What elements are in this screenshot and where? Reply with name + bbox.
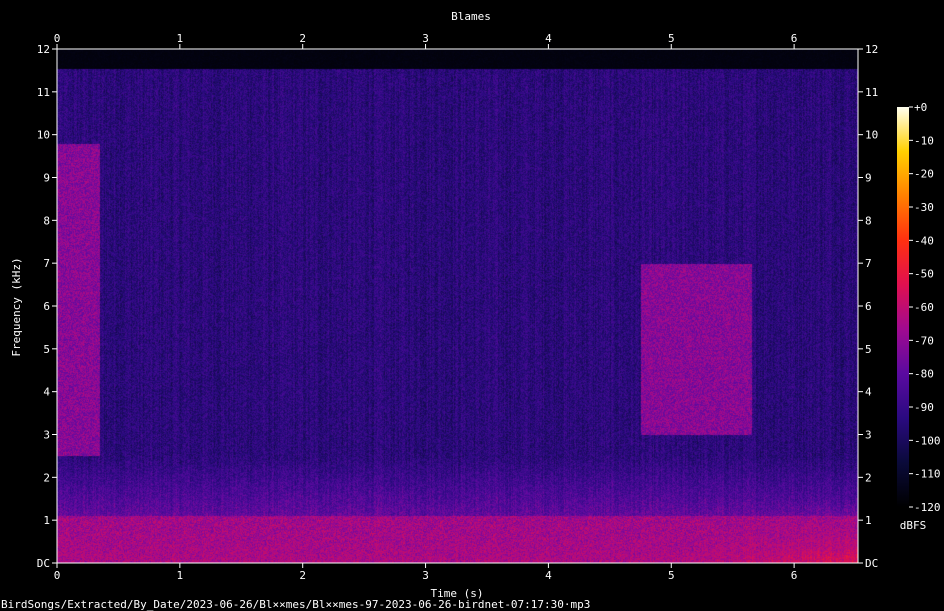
x-tick-label-top: 3 (422, 32, 429, 45)
y-tick-label-right: 12 (865, 43, 878, 56)
x-tick-label-top: 6 (791, 32, 798, 45)
y-axis-left: DC123456789101112 (37, 43, 57, 570)
x-axis-bottom: 0 1 2 3 4 5 6 (54, 563, 798, 582)
colorbar-tick-label: -60 (914, 301, 934, 314)
x-tick-label: 0 (54, 569, 61, 582)
y-tick-label: 10 (37, 129, 50, 142)
colorbar-tick-label: -20 (914, 168, 934, 181)
y-tick-label: 4 (43, 386, 50, 399)
y-tick-label: 3 (43, 429, 50, 442)
colorbar-tick-label: -70 (914, 334, 934, 347)
colorbar-tick-label: +0 (914, 101, 927, 114)
colorbar-tick-label: -10 (914, 134, 934, 147)
chart-title: Blames (451, 10, 491, 23)
colorbar-tick-label: -80 (914, 368, 934, 381)
y-axis-label: Frequency (kHz) (10, 257, 23, 356)
spectrogram-plot-area (56, 48, 859, 564)
y-tick-label-right: 9 (865, 172, 872, 185)
x-tick-label: 3 (422, 569, 429, 582)
colorbar-gradient (897, 107, 909, 507)
colorbar-tick-label: -50 (914, 268, 934, 281)
colorbar-ticks: +0 -10 -20 -30 -40 -50 -60 -70 -80 -90 -100 -110 -12… (909, 101, 941, 514)
x-tick-label: 6 (791, 569, 798, 582)
x-tick-label-top: 5 (668, 32, 675, 45)
y-tick-label-right: 7 (865, 257, 872, 270)
y-tick-label-right: 6 (865, 300, 872, 313)
y-tick-label-right: 11 (865, 86, 878, 99)
y-tick-label-right: 8 (865, 214, 872, 227)
x-tick-label: 4 (545, 569, 552, 582)
y-tick-label: 2 (43, 471, 50, 484)
x-tick-label-top: 0 (54, 32, 61, 45)
x-tick-label: 2 (299, 569, 306, 582)
file-path-footer: BirdSongs/Extracted/By_Date/2023-06-26/B… (1, 598, 590, 611)
y-tick-label: 1 (43, 514, 50, 527)
y-tick-label-right: 10 (865, 129, 878, 142)
y-tick-label-right: 1 (865, 514, 872, 527)
colorbar-tick-label: -30 (914, 201, 934, 214)
y-tick-label: 11 (37, 86, 50, 99)
spectrogram-chart: Blames 0123456 0123456 DC123456789101112… (1, 10, 941, 611)
x-tick-label: 5 (668, 569, 675, 582)
y-tick-label: DC (37, 557, 50, 570)
x-tick-label-top: 1 (177, 32, 184, 45)
colorbar-unit-label: dBFS (900, 519, 927, 532)
spectrogram-image (57, 49, 858, 563)
y-tick-label-right: DC (865, 557, 878, 570)
y-tick-label: 8 (43, 214, 50, 227)
x-axis-top: 0 1 2 3 4 5 6 (54, 32, 798, 49)
x-tick-label-top: 4 (545, 32, 552, 45)
y-tick-label: 12 (37, 43, 50, 56)
colorbar: +0 -10 -20 -30 -40 -50 -60 -70 -80 -90 -100 -110 -12… (897, 101, 941, 532)
colorbar-tick-label: -110 (914, 468, 941, 481)
y-tick-label-right: 5 (865, 343, 872, 356)
y-tick-label-right: 2 (865, 471, 872, 484)
y-axis-right: DC123456789101112 (858, 43, 878, 570)
x-tick-label-top: 2 (299, 32, 306, 45)
colorbar-tick-label: -120 (914, 501, 941, 514)
y-tick-label: 9 (43, 172, 50, 185)
x-tick-label: 1 (177, 569, 184, 582)
y-tick-label: 7 (43, 257, 50, 270)
y-tick-label: 6 (43, 300, 50, 313)
colorbar-tick-label: -90 (914, 401, 934, 414)
colorbar-tick-label: -100 (914, 434, 941, 447)
y-tick-label-right: 3 (865, 429, 872, 442)
colorbar-tick-label: -40 (914, 234, 934, 247)
y-tick-label: 5 (43, 343, 50, 356)
y-tick-label-right: 4 (865, 386, 872, 399)
